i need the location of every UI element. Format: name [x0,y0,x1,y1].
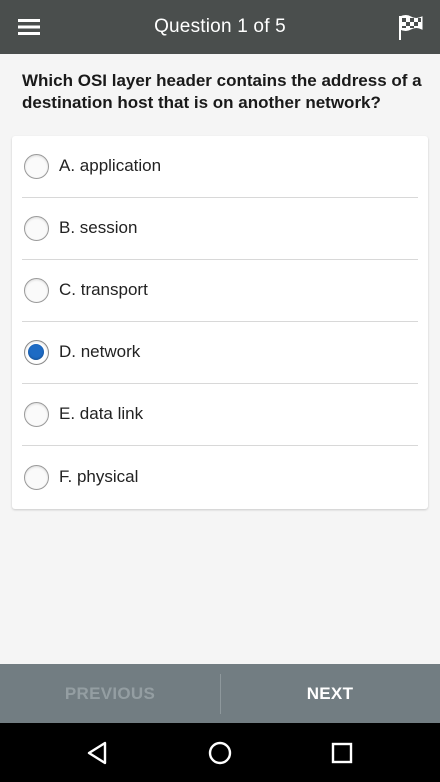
system-navigation-bar [0,723,440,782]
option-d[interactable]: D. network [12,322,428,384]
option-e[interactable]: E. data link [12,384,428,446]
checkered-flag-icon[interactable] [394,9,428,45]
divider [220,674,221,714]
option-a[interactable]: A. application [12,136,428,198]
question-navigation-bar: PREVIOUS NEXT [0,664,440,723]
back-triangle-icon[interactable] [85,740,111,766]
previous-button[interactable]: PREVIOUS [0,664,220,723]
home-circle-icon[interactable] [207,740,233,766]
option-label: E. data link [59,404,144,423]
option-label: D. network [59,342,141,361]
radio-button[interactable] [24,278,49,303]
radio-button[interactable] [24,465,49,490]
radio-button[interactable] [24,216,49,241]
hamburger-menu-icon[interactable] [12,11,46,43]
app-bar: Question 1 of 5 [0,0,440,54]
option-label: B. session [59,218,138,237]
option-f[interactable]: F. physical [12,447,428,509]
answer-options-card: A. application B. session C. transport D… [12,136,428,509]
question-counter-title: Question 1 of 5 [154,16,286,37]
recents-square-icon[interactable] [329,740,355,766]
radio-button[interactable] [24,402,49,427]
option-c[interactable]: C. transport [12,260,428,322]
option-label: F. physical [59,467,139,486]
option-b[interactable]: B. session [12,198,428,260]
divider [22,445,418,446]
question-text: Which OSI layer header contains the addr… [22,71,422,112]
next-button[interactable]: NEXT [220,664,440,723]
radio-button[interactable] [24,340,49,365]
radio-button[interactable] [24,154,49,179]
option-label: C. transport [59,280,148,299]
option-label: A. application [59,156,162,175]
